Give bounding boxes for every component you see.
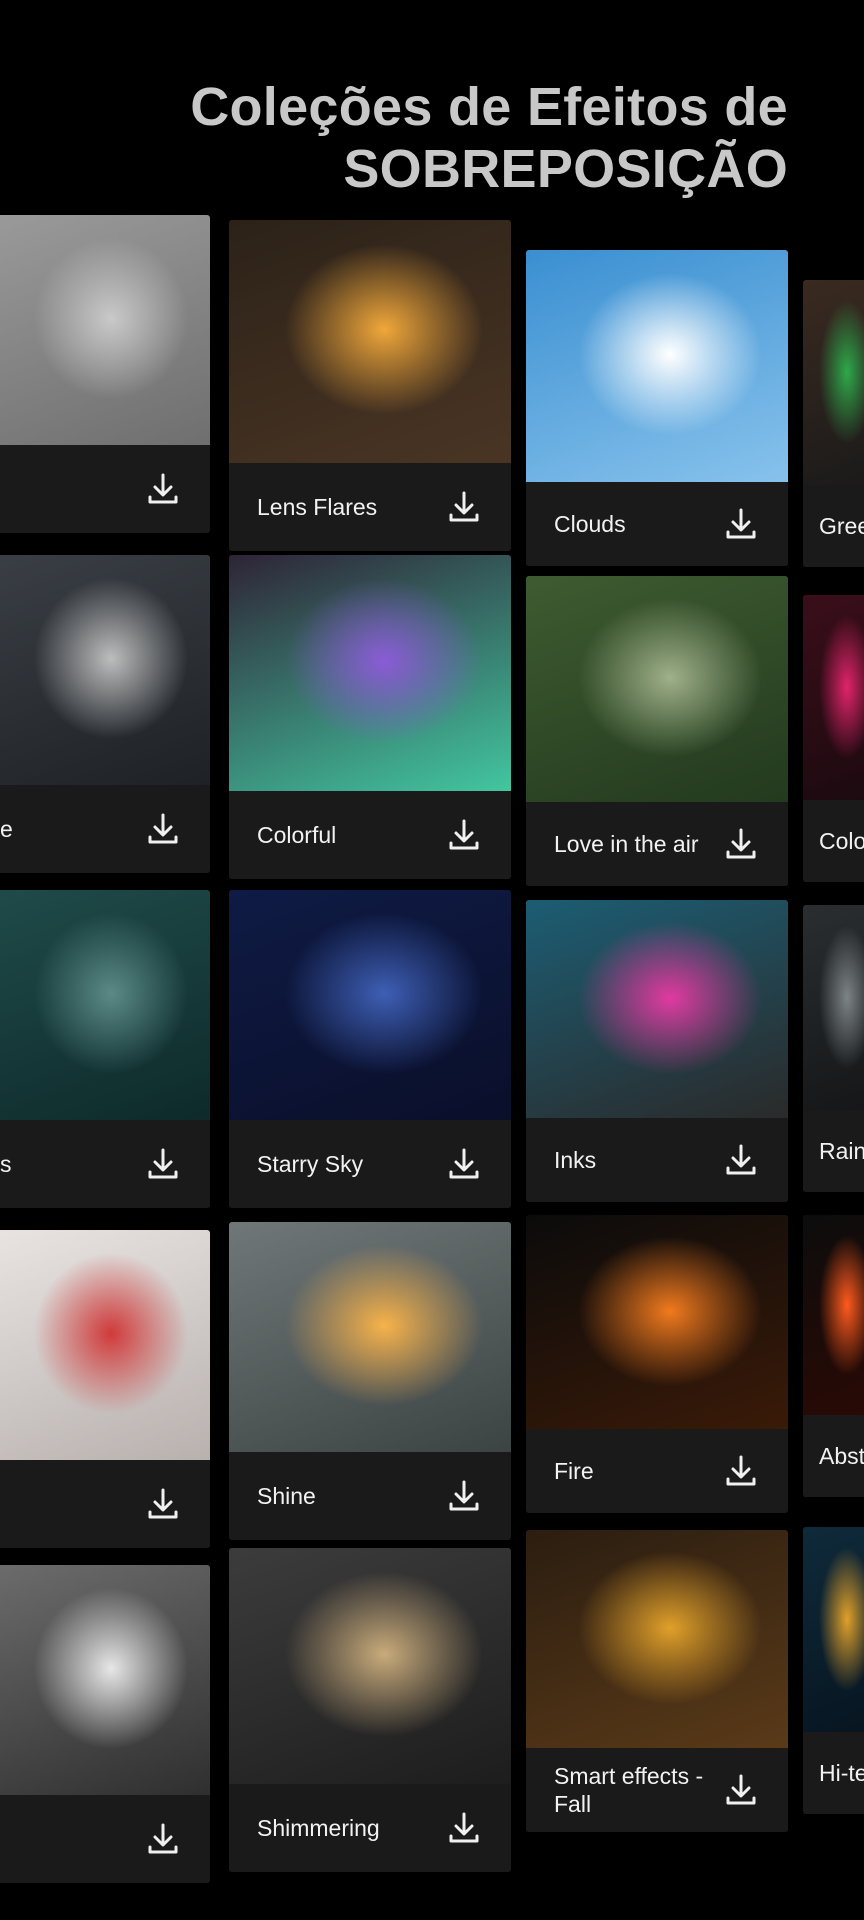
download-icon[interactable] xyxy=(724,1453,758,1489)
download-icon[interactable] xyxy=(447,1146,481,1182)
effect-thumbnail[interactable] xyxy=(0,1230,210,1460)
effect-title: s xyxy=(0,1151,12,1177)
download-icon[interactable] xyxy=(146,1486,180,1522)
effect-card[interactable]: Inks xyxy=(526,900,788,1202)
effect-card[interactable]: s xyxy=(0,890,210,1208)
effect-title: Shine xyxy=(257,1483,316,1509)
effect-thumbnail[interactable] xyxy=(229,1548,511,1784)
effect-card[interactable]: Love in the air xyxy=(526,576,788,886)
effect-label-bar: s xyxy=(0,1120,210,1208)
effect-label-bar xyxy=(0,1460,210,1548)
download-icon[interactable] xyxy=(724,1142,758,1178)
effect-label-bar: Shine xyxy=(229,1452,511,1540)
effect-label-bar: Clouds xyxy=(526,482,788,566)
effect-thumbnail[interactable] xyxy=(803,905,864,1110)
effect-card[interactable]: e xyxy=(0,555,210,873)
download-icon[interactable] xyxy=(724,1772,758,1808)
effect-label-bar: Hi-te xyxy=(803,1732,864,1814)
effect-card[interactable] xyxy=(0,215,210,533)
effect-thumbnail[interactable] xyxy=(0,1565,210,1795)
effect-label-bar: Abst xyxy=(803,1415,864,1497)
effect-label-bar xyxy=(0,445,210,533)
effect-title: Fire xyxy=(554,1458,594,1484)
effect-thumbnail[interactable] xyxy=(803,280,864,485)
effect-thumbnail[interactable] xyxy=(229,220,511,463)
effect-label-bar: Lens Flares xyxy=(229,463,511,551)
effect-title: e xyxy=(0,816,13,842)
effect-card[interactable]: Hi-te xyxy=(803,1527,864,1814)
effect-title: Shimmering xyxy=(257,1815,380,1841)
effects-collection-grid: e s Lens Flares Colorful Starry Sky Shine Shim… xyxy=(0,0,864,1920)
effect-thumbnail[interactable] xyxy=(526,1530,788,1748)
effect-card[interactable]: Starry Sky xyxy=(229,890,511,1208)
download-icon[interactable] xyxy=(447,1478,481,1514)
effect-thumbnail[interactable] xyxy=(0,890,210,1120)
effect-title: Inks xyxy=(554,1147,597,1173)
effect-card[interactable]: Smart effects - Fall xyxy=(526,1530,788,1832)
effect-thumbnail[interactable] xyxy=(803,1215,864,1415)
effect-card[interactable]: Fire xyxy=(526,1215,788,1513)
effect-title: Smart effects - Fall xyxy=(554,1763,704,1817)
effect-card[interactable]: Clouds xyxy=(526,250,788,566)
download-icon[interactable] xyxy=(146,1821,180,1857)
effect-thumbnail[interactable] xyxy=(526,900,788,1118)
download-icon[interactable] xyxy=(724,826,758,862)
effect-label-bar: Gree xyxy=(803,485,864,567)
download-icon[interactable] xyxy=(146,471,180,507)
effect-title: Colo xyxy=(819,828,864,854)
effect-thumbnail[interactable] xyxy=(803,1527,864,1732)
effect-title: Love in the air xyxy=(554,831,699,857)
effect-label-bar: Inks xyxy=(526,1118,788,1202)
effect-thumbnail[interactable] xyxy=(229,1222,511,1452)
effect-label-bar: e xyxy=(0,785,210,873)
effect-thumbnail[interactable] xyxy=(0,555,210,785)
effect-card[interactable] xyxy=(0,1565,210,1883)
download-icon[interactable] xyxy=(447,1810,481,1846)
effect-thumbnail[interactable] xyxy=(0,215,210,445)
download-icon[interactable] xyxy=(146,811,180,847)
effect-label-bar: Fire xyxy=(526,1429,788,1513)
effect-title: Rain xyxy=(819,1138,864,1164)
effect-title: Starry Sky xyxy=(257,1151,364,1177)
effect-card[interactable]: Rain xyxy=(803,905,864,1192)
effect-thumbnail[interactable] xyxy=(229,890,511,1120)
effect-title: Gree xyxy=(819,513,864,539)
effect-card[interactable]: Abst xyxy=(803,1215,864,1497)
effect-card[interactable]: Lens Flares xyxy=(229,220,511,551)
effect-title: Colorful xyxy=(257,822,337,848)
download-icon[interactable] xyxy=(724,506,758,542)
effect-title: Lens Flares xyxy=(257,494,378,520)
effect-card[interactable]: Colorful xyxy=(229,555,511,879)
effect-card[interactable]: Shine xyxy=(229,1222,511,1540)
effect-label-bar xyxy=(0,1795,210,1883)
effect-thumbnail[interactable] xyxy=(229,555,511,791)
effect-label-bar: Rain xyxy=(803,1110,864,1192)
effect-thumbnail[interactable] xyxy=(526,576,788,802)
effect-label-bar: Starry Sky xyxy=(229,1120,511,1208)
effect-thumbnail[interactable] xyxy=(526,1215,788,1429)
download-icon[interactable] xyxy=(146,1146,180,1182)
effect-title: Hi-te xyxy=(819,1760,864,1786)
effect-card[interactable]: Colo xyxy=(803,595,864,882)
effect-thumbnail[interactable] xyxy=(526,250,788,482)
effect-label-bar: Colorful xyxy=(229,791,511,879)
effect-label-bar: Smart effects - Fall xyxy=(526,1748,788,1832)
effect-label-bar: Shimmering xyxy=(229,1784,511,1872)
effect-title: Clouds xyxy=(554,511,626,537)
download-icon[interactable] xyxy=(447,489,481,525)
effect-card[interactable]: Gree xyxy=(803,280,864,567)
effect-card[interactable] xyxy=(0,1230,210,1548)
effect-title: Abst xyxy=(819,1443,864,1469)
effect-card[interactable]: Shimmering xyxy=(229,1548,511,1872)
effect-thumbnail[interactable] xyxy=(803,595,864,800)
download-icon[interactable] xyxy=(447,817,481,853)
effect-label-bar: Colo xyxy=(803,800,864,882)
effect-label-bar: Love in the air xyxy=(526,802,788,886)
